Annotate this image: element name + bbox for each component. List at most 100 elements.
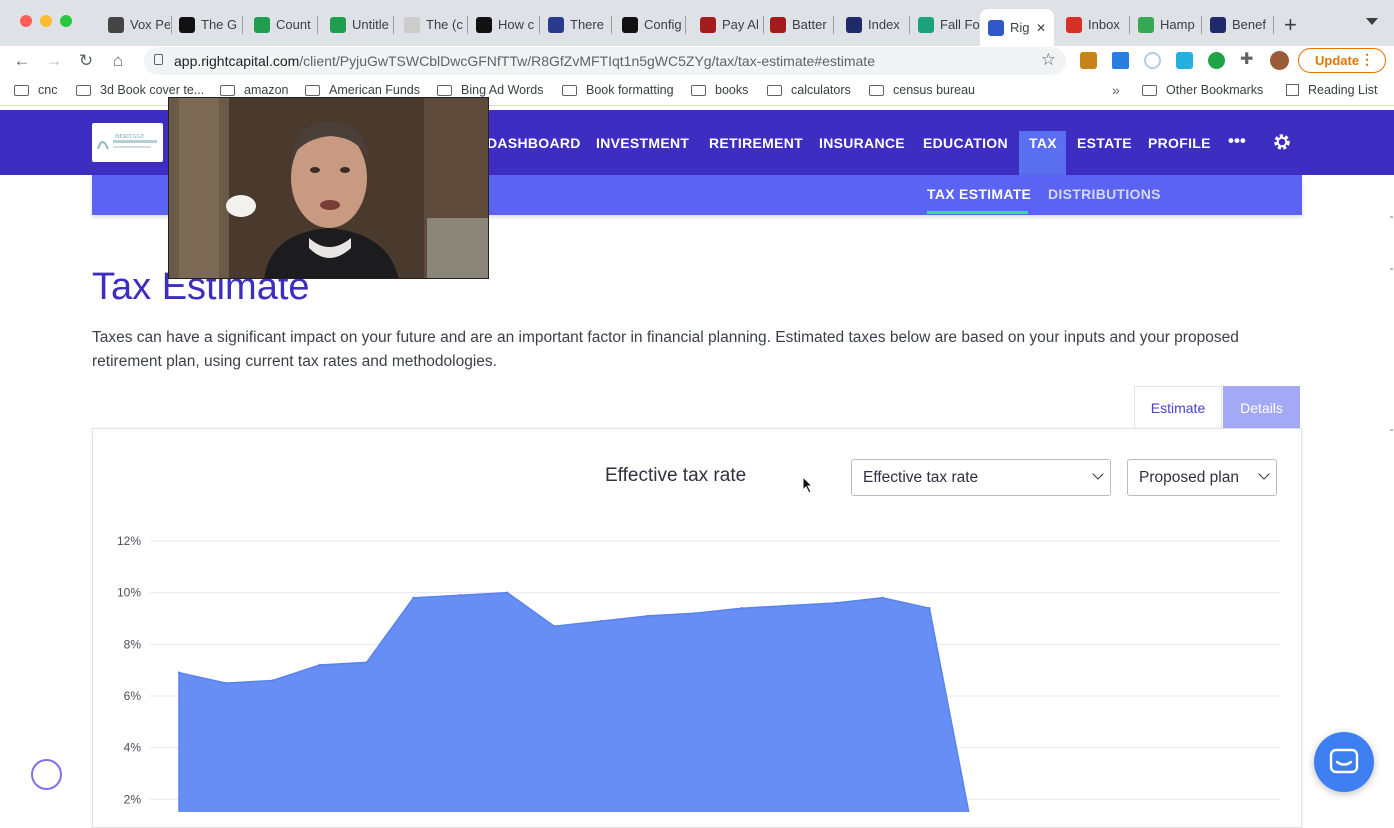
browser-tab[interactable]: How c [468, 9, 538, 40]
browser-tab[interactable]: The (c [396, 9, 466, 40]
nav-item-investment[interactable]: INVESTMENT [596, 110, 689, 175]
tax-rate-area[interactable] [178, 591, 976, 812]
bookmark-star-icon[interactable]: ☆ [1041, 50, 1056, 70]
tab-favicon-icon [330, 16, 346, 33]
chat-launcher-button[interactable] [1314, 732, 1374, 792]
close-window-icon[interactable] [20, 15, 32, 27]
extension-icon[interactable] [1112, 52, 1129, 69]
forward-icon[interactable]: → [44, 51, 64, 71]
data-point[interactable] [787, 604, 790, 607]
webcam-video-overlay[interactable] [168, 97, 489, 279]
new-tab-icon[interactable]: + [1284, 12, 1297, 38]
browser-tab[interactable]: Count [246, 9, 316, 40]
maximize-window-icon[interactable] [60, 15, 72, 27]
data-point[interactable] [740, 607, 743, 610]
data-point[interactable] [459, 594, 462, 597]
nav-item-insurance[interactable]: INSURANCE [819, 110, 905, 175]
bookmark-item[interactable]: Book formatting [562, 83, 674, 97]
browser-tab[interactable]: Benef [1202, 9, 1272, 40]
folder-icon [305, 84, 320, 96]
bookmark-item[interactable]: American Funds [305, 83, 420, 97]
minimize-window-icon[interactable] [40, 15, 52, 27]
extension-icon[interactable] [1144, 52, 1161, 69]
tab-title: The (c [426, 17, 463, 32]
puzzle-icon[interactable]: ✚ [1240, 49, 1257, 68]
data-point[interactable] [599, 619, 603, 623]
bookmark-label: amazon [244, 83, 289, 97]
extension-icon[interactable] [1080, 52, 1097, 69]
bookmark-item[interactable]: books [691, 83, 748, 97]
update-button[interactable]: Update ⋮ [1298, 48, 1386, 73]
data-point[interactable] [224, 681, 228, 685]
browser-tab[interactable]: Inbox [1058, 9, 1128, 40]
metric-select[interactable]: Effective tax rate [851, 459, 1111, 496]
tab-separator [242, 16, 243, 34]
browser-tab[interactable]: Vox Pe [100, 9, 170, 40]
browser-tab[interactable]: Index [838, 9, 908, 40]
browser-tab[interactable]: There [540, 9, 610, 40]
browser-tab[interactable]: Untitle [322, 9, 392, 40]
extension-icon[interactable] [1176, 52, 1193, 69]
data-point[interactable] [506, 591, 509, 594]
plan-select[interactable]: Proposed plan [1127, 459, 1277, 496]
nav-item-tax[interactable]: TAX [1029, 110, 1057, 175]
tab-title: Inbox [1088, 17, 1120, 32]
bookmark-item[interactable]: Bing Ad Words [437, 83, 543, 97]
nav-item-retirement[interactable]: RETIREMENT [709, 110, 803, 175]
subnav-distributions[interactable]: DISTRIBUTIONS [1048, 186, 1161, 202]
nav-item-estate[interactable]: ESTATE [1077, 110, 1132, 175]
browser-tab[interactable]: Hamp [1130, 9, 1200, 40]
details-tab[interactable]: Details [1223, 386, 1300, 429]
nav-item-dashboard[interactable]: DASHBOARD [487, 110, 581, 175]
tab-favicon-icon [1066, 16, 1082, 33]
more-menu-icon[interactable]: ••• [1228, 131, 1246, 151]
url-host: app.rightcapital.com [174, 53, 300, 69]
data-point[interactable] [928, 607, 931, 610]
home-icon[interactable]: ⌂ [108, 51, 128, 71]
nav-item-education[interactable]: EDUCATION [923, 110, 1008, 175]
browser-tab[interactable]: Pay Al [692, 9, 762, 40]
browser-tab[interactable]: Config [614, 9, 684, 40]
data-point[interactable] [834, 601, 837, 605]
bookmark-item[interactable]: 3d Book cover te... [76, 83, 204, 97]
browser-tab[interactable]: Fall Fo [910, 9, 980, 40]
bookmarks-overflow-icon[interactable]: » [1112, 82, 1120, 98]
data-point[interactable] [318, 663, 321, 667]
browser-tab[interactable]: Rig ✕ [980, 9, 1054, 46]
data-point[interactable] [412, 596, 415, 599]
menu-dots-icon[interactable]: ⋮ [1360, 51, 1374, 68]
folder-icon [691, 84, 706, 96]
extension-icon[interactable] [1208, 52, 1225, 69]
bookmark-item[interactable]: amazon [220, 83, 288, 97]
update-label: Update [1315, 53, 1360, 68]
bookmark-item[interactable]: calculators [767, 83, 851, 97]
tab-favicon-icon [108, 16, 124, 33]
other-bookmarks[interactable]: Other Bookmarks [1142, 83, 1263, 97]
firm-logo[interactable]: HERITAGE [92, 123, 163, 162]
data-point[interactable] [553, 625, 556, 628]
y-tick-label: 8% [124, 637, 142, 651]
bookmark-item[interactable]: census bureau [869, 83, 975, 97]
tab-title: Untitle [352, 17, 389, 32]
browser-tab[interactable]: Batter [762, 9, 832, 40]
subnav-tax-estimate[interactable]: TAX ESTIMATE [927, 186, 1031, 202]
tab-search-icon[interactable] [1366, 18, 1378, 25]
settings-gear-icon[interactable] [1272, 132, 1292, 157]
data-point[interactable] [365, 661, 368, 664]
back-icon[interactable]: ← [12, 51, 32, 71]
browser-tab[interactable]: The G [171, 9, 241, 40]
nav-item-profile[interactable]: PROFILE [1148, 110, 1211, 175]
data-point[interactable] [881, 596, 884, 599]
reading-list[interactable]: Reading List [1286, 83, 1378, 97]
folder-icon [220, 84, 235, 96]
data-point[interactable] [271, 679, 274, 682]
bookmark-item[interactable]: cnc [14, 83, 57, 97]
data-point[interactable] [177, 671, 181, 674]
estimate-tab[interactable]: Estimate [1134, 386, 1222, 429]
profile-avatar[interactable] [1270, 51, 1289, 70]
reload-icon[interactable]: ↻ [76, 51, 96, 71]
data-point[interactable] [646, 614, 650, 618]
address-bar[interactable]: app.rightcapital.com/client/PyjuGwTSWCbl… [144, 47, 1066, 75]
data-point[interactable] [693, 612, 697, 615]
close-tab-icon[interactable]: ✕ [1036, 21, 1046, 35]
